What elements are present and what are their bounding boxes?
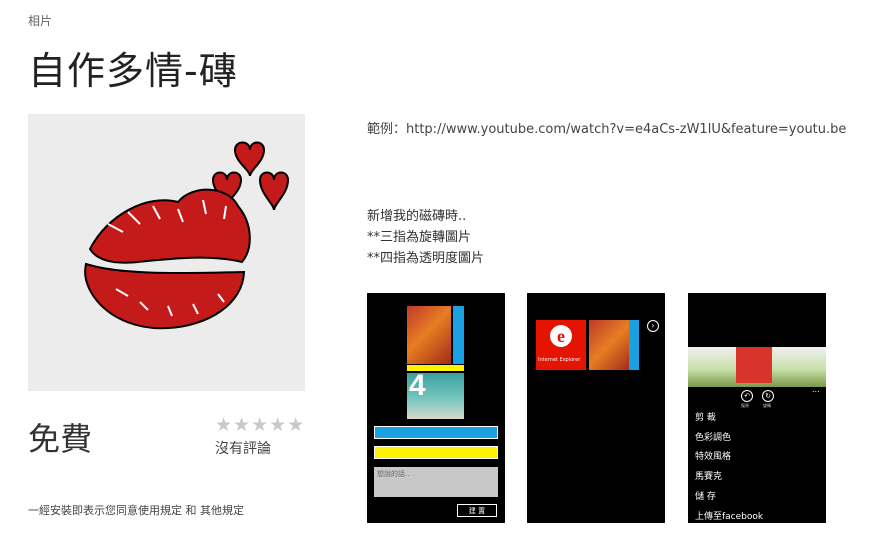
screenshot-1[interactable]: 4 想說的話.. 建 置	[367, 293, 505, 523]
app-title: 自作多情-磚	[28, 49, 238, 93]
rating-stars: ★★★★★	[215, 414, 306, 436]
fruit-photo-tile	[407, 306, 451, 364]
heart-icon	[258, 171, 290, 211]
price-label: 免費	[28, 420, 93, 458]
app-hero-image	[28, 114, 305, 391]
blue-tile-strip	[629, 320, 639, 370]
number-tile: 4	[407, 369, 464, 419]
rotate-label: 旋轉	[763, 403, 771, 408]
undo-label: 復原	[741, 403, 749, 408]
ie-icon: e	[550, 325, 572, 347]
menu-item-crop[interactable]: 剪 裁	[695, 410, 716, 423]
photo-preview	[688, 347, 826, 387]
more-icon[interactable]: ...	[812, 385, 820, 394]
menu-item-effects[interactable]: 特效風格	[695, 449, 731, 462]
blue-tile-strip	[453, 306, 464, 364]
person-in-red	[736, 347, 772, 383]
menu-item-upload-facebook[interactable]: 上傳至facebook	[695, 509, 763, 522]
menu-item-color[interactable]: 色彩調色	[695, 430, 731, 443]
menu-item-mosaic[interactable]: 馬賽克	[695, 469, 722, 482]
yellow-color-bar[interactable]	[374, 446, 498, 459]
description-line: 新增我的磁磚時..	[367, 209, 467, 224]
undo-icon[interactable]: ↶	[741, 390, 753, 402]
ie-tile-label: Internet Explorer	[538, 357, 581, 363]
arrow-right-icon[interactable]: ›	[647, 320, 659, 332]
create-button[interactable]: 建 置	[457, 504, 497, 517]
rotate-icon[interactable]: ↻	[762, 390, 774, 402]
screenshot-2[interactable]: e Internet Explorer ›	[527, 293, 665, 523]
terms-of-use-link[interactable]: 使用規定	[138, 504, 182, 517]
category-label[interactable]: 相片	[28, 12, 52, 29]
ie-tile[interactable]: e Internet Explorer	[536, 320, 586, 370]
message-textbox[interactable]: 想說的話..	[374, 467, 498, 497]
fruit-photo-tile[interactable]	[589, 320, 629, 370]
description: 新增我的磁磚時.. **三指為旋轉圖片 **四指為透明度圖片	[367, 206, 484, 269]
terms-prefix: 一經安裝即表示您同意	[28, 504, 138, 517]
install-terms: 一經安裝即表示您同意使用規定 和 其他規定	[28, 502, 244, 518]
blue-color-bar[interactable]	[374, 426, 498, 439]
example-link-text: 範例：http://www.youtube.com/watch?v=e4aCs-…	[367, 122, 847, 137]
description-line: **三指為旋轉圖片	[367, 230, 472, 245]
terms-and: 和	[182, 504, 200, 517]
no-reviews-label: 沒有評論	[215, 441, 271, 457]
lips-hearts-image	[84, 141, 290, 330]
heart-icon	[233, 141, 266, 177]
other-terms-link[interactable]: 其他規定	[200, 504, 244, 517]
screenshot-3[interactable]: ↶ ↻ 復原 旋轉 ... 剪 裁 色彩調色 特效風格 馬賽克 儲 存 上傳至f…	[688, 293, 826, 523]
menu-item-save[interactable]: 儲 存	[695, 489, 716, 502]
description-line: **四指為透明度圖片	[367, 251, 485, 266]
